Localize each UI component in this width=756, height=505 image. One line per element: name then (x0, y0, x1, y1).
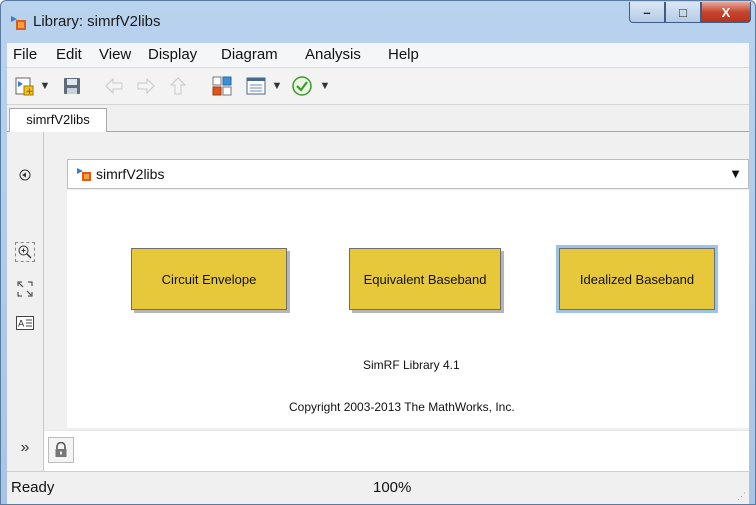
menu-diagram[interactable]: Diagram (221, 46, 278, 63)
menu-view[interactable]: View (99, 46, 131, 63)
close-button[interactable]: X (701, 2, 751, 23)
new-model-icon: + (15, 77, 34, 97)
menu-display[interactable]: Display (148, 46, 197, 63)
address-bar[interactable]: simrfV2libs ▼ (67, 159, 749, 189)
zoom-area-button[interactable] (15, 242, 35, 262)
forward-button[interactable] (133, 74, 159, 98)
svg-text:A: A (18, 320, 25, 330)
app-window: Library: simrfV2libs – □ X File Edit Vie… (0, 0, 756, 505)
fit-to-view-button[interactable] (14, 278, 36, 300)
model-explorer-button[interactable] (243, 74, 269, 98)
new-model-dropdown[interactable]: ▼ (39, 74, 51, 98)
check-button[interactable] (289, 74, 315, 98)
close-icon: X (721, 4, 731, 20)
check-dropdown[interactable]: ▼ (319, 74, 331, 98)
status-bar: Ready 100% ⋰ (7, 471, 749, 504)
block-label: Equivalent Baseband (363, 271, 487, 287)
toolbar: + ▼ ▼ ▼ (7, 68, 749, 105)
simulink-library-icon (11, 16, 26, 30)
minimize-icon: – (643, 4, 651, 20)
block-label: Idealized Baseband (579, 271, 695, 287)
chevron-down-icon: ▼ (39, 80, 51, 92)
library-browser-icon (212, 76, 232, 96)
save-icon (64, 78, 80, 94)
svg-text:+: + (26, 87, 34, 97)
minimize-button[interactable]: – (629, 2, 665, 23)
resize-grip-icon[interactable]: ⋰ (737, 491, 746, 502)
chevron-down-icon: ▼ (319, 80, 331, 92)
tab-bar: simrfV2libs (7, 105, 749, 132)
library-browser-button[interactable] (209, 74, 235, 98)
zoom-level: 100% (373, 479, 412, 496)
fit-view-icon (17, 281, 33, 297)
back-button[interactable] (101, 74, 127, 98)
menu-bar: File Edit View Display Diagram Analysis … (7, 43, 749, 68)
lock-icon (55, 442, 67, 457)
collapse-icon (19, 169, 31, 181)
up-button[interactable] (165, 74, 191, 98)
annotation-icon: A (16, 316, 34, 330)
client-area: File Edit View Display Diagram Analysis … (7, 43, 749, 504)
block-idealized-baseband[interactable]: Idealized Baseband (556, 245, 718, 313)
address-path: simrfV2libs (96, 166, 165, 182)
expand-palette-button[interactable]: » (14, 437, 36, 459)
back-icon (105, 77, 123, 95)
address-dropdown-icon[interactable]: ▼ (729, 166, 742, 181)
new-model-button[interactable]: + (11, 74, 37, 98)
menu-help[interactable]: Help (388, 46, 419, 63)
forward-icon (137, 77, 155, 95)
double-chevron-right-icon: » (20, 439, 30, 456)
tab-simrfv2libs[interactable]: simrfV2libs (9, 108, 107, 132)
up-icon (169, 77, 187, 95)
hide-explorer-button[interactable] (14, 164, 36, 186)
title-bar[interactable]: Library: simrfV2libs – □ X (1, 1, 755, 43)
copyright-text: Copyright 2003-2013 The MathWorks, Inc. (289, 400, 515, 414)
block-label: Circuit Envelope (161, 271, 257, 287)
block-equivalent-baseband[interactable]: Equivalent Baseband (349, 248, 501, 310)
diagram-canvas[interactable]: Circuit Envelope Equivalent Baseband Ide… (67, 190, 749, 428)
model-explorer-icon (246, 77, 266, 95)
library-version-text: SimRF Library 4.1 (363, 358, 460, 372)
check-icon (292, 76, 312, 96)
maximize-icon: □ (679, 4, 687, 20)
annotation-button[interactable]: A (14, 312, 36, 334)
menu-file[interactable]: File (13, 46, 37, 63)
lock-library-button[interactable] (48, 437, 74, 463)
canvas-footer (44, 430, 749, 471)
window-title: Library: simrfV2libs (33, 13, 161, 30)
status-text: Ready (11, 479, 55, 496)
maximize-button[interactable]: □ (665, 2, 701, 23)
block-circuit-envelope[interactable]: Circuit Envelope (131, 248, 287, 310)
simulink-library-icon (77, 168, 91, 181)
model-explorer-dropdown[interactable]: ▼ (271, 74, 283, 98)
chevron-down-icon: ▼ (271, 80, 283, 92)
save-button[interactable] (59, 74, 85, 98)
menu-analysis[interactable]: Analysis (305, 46, 361, 63)
left-palette: A » (7, 132, 44, 471)
zoom-in-icon (18, 245, 32, 259)
menu-edit[interactable]: Edit (56, 46, 82, 63)
